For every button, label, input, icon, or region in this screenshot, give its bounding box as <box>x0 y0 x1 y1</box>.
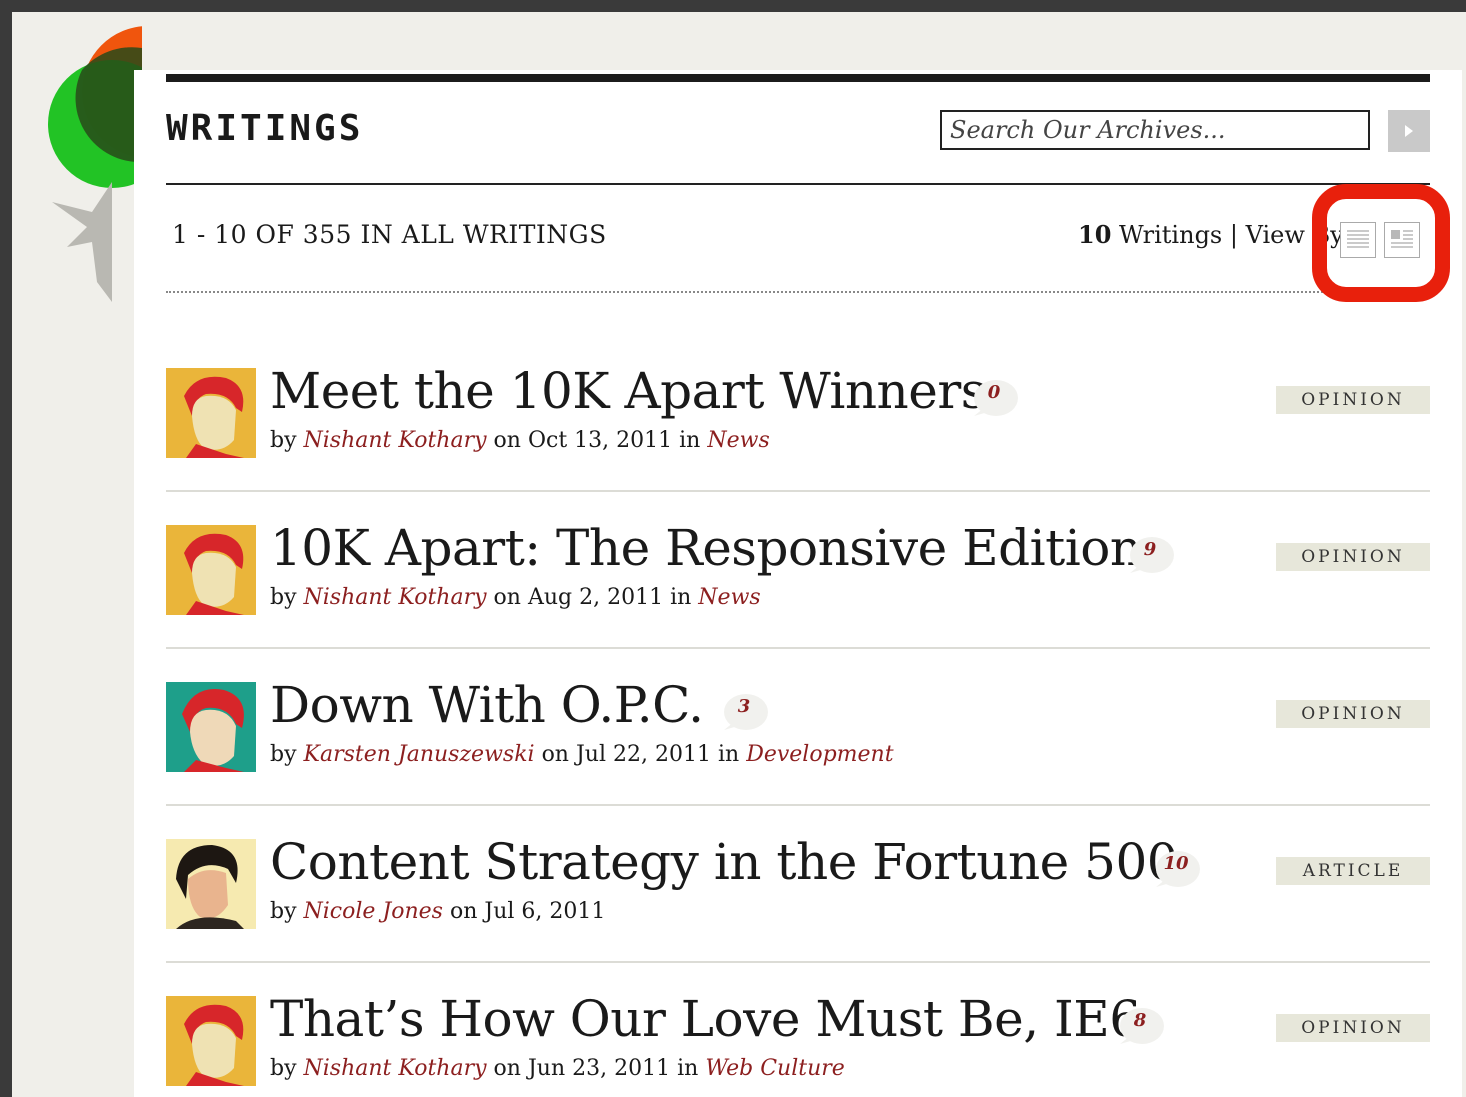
results-range: 1 - 10 OF 355 IN ALL WRITINGS <box>172 220 607 249</box>
author-link[interactable]: Nicole Jones <box>304 899 443 924</box>
entry-byline: by Nishant Kothary on Jun 23, 2011 in We… <box>270 1056 845 1081</box>
search-input[interactable] <box>940 110 1370 150</box>
category-link[interactable]: News <box>707 428 769 453</box>
entry-date: Jul 22, 2011 <box>575 742 711 767</box>
avatar-portrait-icon <box>166 525 256 615</box>
entry-title-link[interactable]: Down With O.P.C. <box>270 676 704 734</box>
comment-count-bubble[interactable]: 3 <box>720 692 768 730</box>
writing-entry: Content Strategy in the Fortune 500 10 b… <box>166 833 1430 929</box>
comment-count: 9 <box>1143 539 1157 560</box>
entry-divider <box>166 961 1430 963</box>
entry-divider <box>166 490 1430 492</box>
author-link[interactable]: Nishant Kothary <box>304 428 487 453</box>
page-title: WRITINGS <box>166 108 364 149</box>
author-link[interactable]: Nishant Kothary <box>304 1056 487 1081</box>
entry-divider <box>166 804 1430 806</box>
type-badge[interactable]: OPINION <box>1276 543 1430 571</box>
entry-title-link[interactable]: Content Strategy in the Fortune 500 <box>270 833 1179 891</box>
entry-date: Jun 23, 2011 <box>527 1056 671 1081</box>
avatar-portrait-icon <box>166 682 256 772</box>
entry-date: Oct 13, 2011 <box>527 428 673 453</box>
comment-count-bubble[interactable]: 10 <box>1152 849 1200 887</box>
author-link[interactable]: Karsten Januszewski <box>304 742 535 767</box>
avatar-portrait-icon <box>166 368 256 458</box>
play-arrow-icon <box>1405 125 1413 137</box>
comment-count-bubble[interactable]: 8 <box>1116 1006 1164 1044</box>
category-link[interactable]: Web Culture <box>705 1056 845 1081</box>
comment-count: 8 <box>1133 1010 1147 1031</box>
entry-byline: by Nishant Kothary on Oct 13, 2011 in Ne… <box>270 428 770 453</box>
header-divider <box>166 183 1430 185</box>
results-divider <box>166 291 1334 293</box>
page-canvas: WRITINGS 1 - 10 OF 355 IN ALL WRITINGS 1… <box>12 12 1466 1097</box>
author-avatar[interactable] <box>166 368 256 458</box>
comment-count: 10 <box>1163 853 1189 874</box>
category-link[interactable]: Development <box>746 742 893 767</box>
writing-entry: 10K Apart: The Responsive Edition 9 by N… <box>166 519 1430 615</box>
writing-entry: Down With O.P.C. 3 by Karsten Januszewsk… <box>166 676 1430 772</box>
writing-entry: Meet the 10K Apart Winners 0 by Nishant … <box>166 362 1430 458</box>
author-link[interactable]: Nishant Kothary <box>304 585 487 610</box>
results-count: 10 <box>1078 220 1112 249</box>
writing-entry: That’s How Our Love Must Be, IE6 8 by Ni… <box>166 990 1430 1086</box>
entry-byline: by Karsten Januszewski on Jul 22, 2011 i… <box>270 742 894 767</box>
entry-date: Aug 2, 2011 <box>527 585 664 610</box>
type-badge[interactable]: OPINION <box>1276 700 1430 728</box>
comment-count: 3 <box>737 696 751 717</box>
entry-title-link[interactable]: Meet the 10K Apart Winners <box>270 362 986 420</box>
view-by-label: Writings | View By <box>1119 221 1344 249</box>
decorative-star <box>52 182 112 302</box>
type-badge[interactable]: ARTICLE <box>1276 857 1430 885</box>
author-avatar[interactable] <box>166 839 256 929</box>
type-badge[interactable]: OPINION <box>1276 1014 1430 1042</box>
results-summary: 10 Writings | View By <box>1078 220 1344 249</box>
category-link[interactable]: News <box>698 585 760 610</box>
entry-title-link[interactable]: That’s How Our Love Must Be, IE6 <box>270 990 1141 1048</box>
comment-count-bubble[interactable]: 9 <box>1126 535 1174 573</box>
avatar-portrait-icon <box>166 996 256 1086</box>
panel-top-bar <box>166 74 1430 82</box>
entry-title-link[interactable]: 10K Apart: The Responsive Edition <box>270 519 1142 577</box>
comment-count: 0 <box>987 382 1001 403</box>
entry-byline: by Nicole Jones on Jul 6, 2011 <box>270 899 606 924</box>
author-avatar[interactable] <box>166 525 256 615</box>
type-badge[interactable]: OPINION <box>1276 386 1430 414</box>
entry-date: Jul 6, 2011 <box>484 899 606 924</box>
entry-divider <box>166 647 1430 649</box>
writings-panel: WRITINGS 1 - 10 OF 355 IN ALL WRITINGS 1… <box>134 70 1462 1097</box>
decorative-logo-graphic <box>48 26 142 302</box>
comment-count-bubble[interactable]: 0 <box>970 378 1018 416</box>
author-avatar[interactable] <box>166 682 256 772</box>
search-button[interactable] <box>1388 110 1430 152</box>
avatar-portrait-icon <box>166 839 256 929</box>
author-avatar[interactable] <box>166 996 256 1086</box>
entry-byline: by Nishant Kothary on Aug 2, 2011 in New… <box>270 585 761 610</box>
highlight-annotation-ring <box>1312 184 1450 302</box>
